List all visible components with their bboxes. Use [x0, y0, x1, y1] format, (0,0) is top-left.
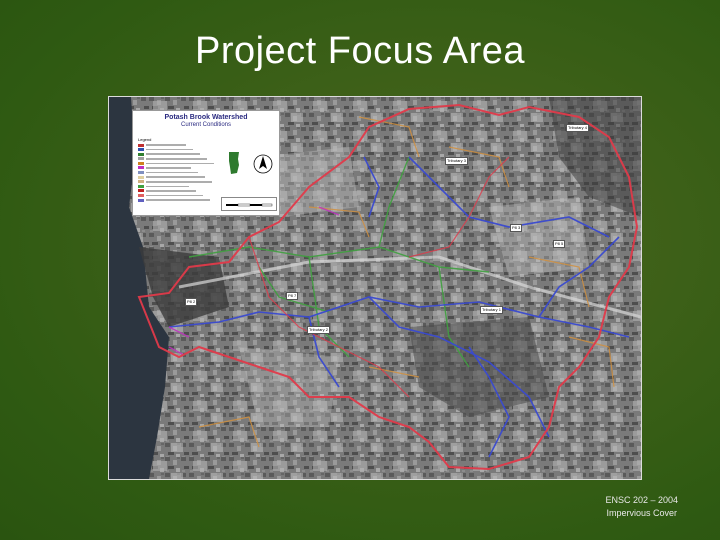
footer-topic: Impervious Cover — [606, 508, 677, 518]
map-label-p8-3: P8 3 — [510, 224, 523, 232]
legend-swatch — [138, 152, 144, 156]
legend-item-text — [146, 171, 198, 174]
legend-item — [138, 180, 218, 184]
legend-swatch — [138, 161, 144, 165]
legend-item-text — [146, 185, 189, 188]
legend-item — [138, 148, 218, 152]
legend-item-text — [146, 181, 212, 183]
map-label-p8-5: P8 5 — [553, 240, 566, 248]
map-label-tributary-3: Tributary 3 — [445, 157, 468, 165]
legend-item-text — [146, 144, 186, 146]
vermont-state-icon — [229, 152, 239, 174]
legend-item — [138, 184, 218, 188]
legend-item — [138, 175, 218, 179]
legend-swatch — [138, 194, 144, 198]
footer-course: ENSC 202 – 2004 — [605, 495, 678, 505]
legend-swatch — [138, 148, 144, 152]
legend-item-text — [146, 158, 207, 160]
legend-swatch — [138, 171, 144, 175]
legend-item-text — [146, 153, 200, 155]
legend-item-text — [146, 194, 203, 197]
legend-swatch — [138, 143, 144, 147]
legend-item-text — [146, 167, 191, 169]
slide-title: Project Focus Area — [194, 30, 526, 72]
legend-swatch — [138, 180, 144, 184]
legend-item — [138, 152, 218, 156]
slide-footer: ENSC 202 – 2004 Impervious Cover — [605, 494, 678, 520]
legend-swatch — [138, 189, 144, 193]
map-label-p8-7: P8 7 — [286, 292, 299, 300]
legend-item — [138, 157, 218, 161]
legend-title: Potash Brook Watershed — [164, 114, 248, 121]
legend-swatch — [138, 175, 144, 179]
map-label-p8-2: P8 2 — [185, 298, 198, 306]
legend-item — [138, 194, 218, 198]
legend-item-text — [146, 162, 214, 165]
map-label-tributary-1: Tributary 1 — [480, 306, 503, 314]
legend-heading: Legend — [138, 137, 152, 142]
legend-swatch — [138, 184, 144, 188]
legend-item — [138, 166, 218, 170]
map-label-tributary-2: Tributary 2 — [307, 326, 330, 334]
legend-item-text — [146, 176, 205, 178]
map-label-tributary-4: Tributary 4 — [566, 124, 589, 132]
legend-item-text — [146, 190, 196, 192]
legend-item — [138, 198, 218, 202]
legend-list: Legend — [138, 138, 218, 203]
north-arrow-icon — [253, 154, 273, 174]
legend-item-text — [146, 148, 193, 151]
legend-item — [138, 189, 218, 193]
legend-item — [138, 161, 218, 165]
legend-item — [138, 171, 218, 175]
legend-item-text — [146, 199, 210, 201]
map-legend: Potash Brook Watershed Current Condition… — [132, 110, 280, 216]
legend-subtitle: Current Conditions — [180, 122, 232, 128]
legend-swatch — [138, 157, 144, 161]
scale-bar — [221, 197, 277, 211]
legend-item — [138, 143, 218, 147]
scale-bar-icon — [226, 203, 273, 207]
legend-swatch — [138, 166, 144, 170]
legend-swatch — [138, 198, 144, 202]
